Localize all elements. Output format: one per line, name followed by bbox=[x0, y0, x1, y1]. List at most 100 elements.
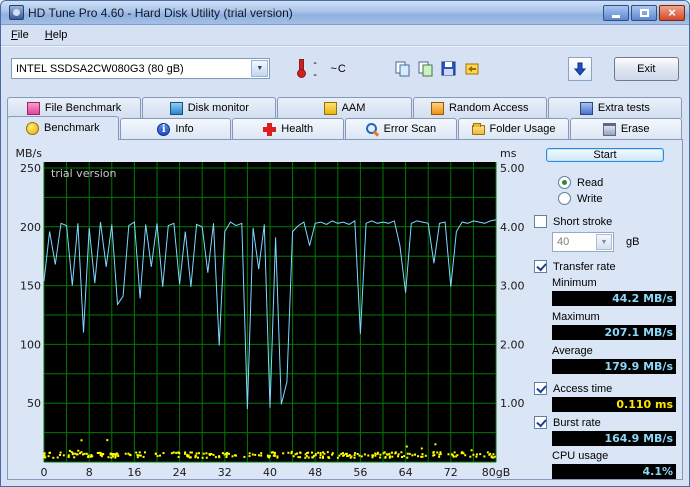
tab-label: File Benchmark bbox=[44, 102, 122, 114]
tab-folder-usage[interactable]: Folder Usage bbox=[457, 118, 570, 139]
tab-benchmark[interactable]: Benchmark bbox=[7, 116, 119, 140]
tab-label: Health bbox=[281, 123, 314, 135]
burst-rate-option[interactable]: Burst rate bbox=[534, 416, 676, 429]
tab-file-benchmark[interactable]: File Benchmark bbox=[7, 97, 142, 118]
app-window: HD Tune Pro 4.60 - Hard Disk Utility (tr… bbox=[0, 0, 690, 487]
svg-text:250: 250 bbox=[20, 162, 41, 175]
save-screenshot-button[interactable] bbox=[439, 59, 459, 79]
update-check-button[interactable] bbox=[567, 56, 592, 81]
start-button[interactable]: Start bbox=[546, 148, 664, 162]
svg-text:200: 200 bbox=[20, 221, 41, 234]
tab-health[interactable]: Health bbox=[232, 118, 345, 139]
svg-text:MB/s: MB/s bbox=[16, 147, 43, 160]
short-stroke-option[interactable]: Short stroke bbox=[534, 215, 676, 228]
tab-label: Extra tests bbox=[597, 102, 650, 114]
file-benchmark-icon bbox=[26, 101, 40, 115]
app-icon bbox=[9, 5, 24, 20]
minimize-button[interactable] bbox=[603, 4, 629, 21]
access-time-label: Access time bbox=[553, 382, 613, 395]
tab-random-access[interactable]: Random Access bbox=[412, 97, 547, 118]
window-title: HD Tune Pro 4.60 - Hard Disk Utility (tr… bbox=[28, 5, 293, 20]
svg-text:50: 50 bbox=[27, 397, 41, 410]
burst-rate-checkbox[interactable] bbox=[534, 416, 547, 429]
read-radio[interactable] bbox=[558, 176, 571, 189]
svg-text:72: 72 bbox=[444, 466, 458, 479]
download-arrow-icon bbox=[573, 62, 586, 76]
short-stroke-checkbox[interactable] bbox=[534, 215, 547, 228]
cpu-usage-label: CPU usage bbox=[552, 450, 609, 462]
menu-help[interactable]: Help bbox=[37, 27, 76, 43]
svg-text:56: 56 bbox=[353, 466, 367, 479]
svg-text:48: 48 bbox=[308, 466, 322, 479]
maximize-icon bbox=[639, 8, 649, 17]
short-stroke-size-value: 40 bbox=[557, 236, 570, 248]
access-time-checkbox[interactable] bbox=[534, 382, 547, 395]
toolbar: INTEL SSDSA2CW080G3 (80 gB) ▼ -- ~C Exit bbox=[1, 46, 689, 90]
svg-text:80gB: 80gB bbox=[482, 466, 511, 479]
burst-rate-label: Burst rate bbox=[553, 416, 601, 429]
svg-text:2.00: 2.00 bbox=[500, 338, 525, 351]
tab-aam[interactable]: AAM bbox=[277, 97, 412, 118]
tab-info[interactable]: Info bbox=[119, 118, 232, 139]
chart-area: trial version 50 100 150 200 250 MB/s 1.00 2.00 3… bbox=[10, 142, 532, 479]
extra-tests-icon bbox=[579, 101, 593, 115]
magnifier-icon bbox=[365, 122, 379, 136]
read-label: Read bbox=[577, 176, 604, 189]
tab-error-scan[interactable]: Error Scan bbox=[345, 118, 457, 139]
svg-text:24: 24 bbox=[173, 466, 187, 479]
write-label: Write bbox=[577, 192, 603, 205]
share-button[interactable] bbox=[462, 59, 482, 79]
health-cross-icon bbox=[263, 122, 277, 136]
exit-button[interactable]: Exit bbox=[613, 56, 679, 81]
transfer-rate-label: Transfer rate bbox=[553, 260, 616, 273]
tab-label: Folder Usage bbox=[489, 123, 556, 135]
svg-text:40: 40 bbox=[263, 466, 277, 479]
copy-text-button[interactable] bbox=[393, 59, 413, 79]
share-icon bbox=[465, 63, 479, 74]
tab-extra-tests[interactable]: Extra tests bbox=[547, 97, 683, 118]
tab-label: Error Scan bbox=[383, 123, 437, 135]
minimum-value: 44.2 MB/s bbox=[552, 291, 676, 306]
menu-file[interactable]: File bbox=[3, 27, 37, 43]
benchmark-page: trial version 50 100 150 200 250 MB/s 1.00 2.00 3… bbox=[7, 139, 683, 480]
transfer-rate-checkbox[interactable] bbox=[534, 260, 547, 273]
svg-text:trial version: trial version bbox=[51, 167, 117, 180]
tab-erase[interactable]: Erase bbox=[570, 118, 683, 139]
temperature-unit: ~C bbox=[330, 62, 347, 75]
disk-monitor-icon bbox=[169, 101, 183, 115]
burst-rate-value: 164.9 MB/s bbox=[552, 431, 676, 446]
transfer-rate-option[interactable]: Transfer rate bbox=[534, 260, 676, 273]
benchmark-chart: trial version 50 100 150 200 250 MB/s 1.00 2.00 3… bbox=[16, 147, 525, 479]
read-option[interactable]: Read bbox=[558, 176, 676, 189]
close-button[interactable]: × bbox=[659, 4, 685, 21]
copy-image-icon bbox=[418, 61, 433, 76]
drive-select[interactable]: INTEL SSDSA2CW080G3 (80 gB) ▼ bbox=[11, 58, 271, 79]
average-value: 179.9 MB/s bbox=[552, 359, 676, 374]
short-stroke-label: Short stroke bbox=[553, 215, 613, 228]
folder-icon bbox=[471, 123, 485, 135]
short-stroke-size-select[interactable]: 40 ▼ bbox=[552, 232, 614, 252]
cpu-usage-value: 4.1% bbox=[552, 464, 676, 479]
tab-disk-monitor[interactable]: Disk monitor bbox=[142, 97, 277, 118]
access-time-option[interactable]: Access time bbox=[534, 382, 676, 395]
chevron-down-icon[interactable]: ▼ bbox=[596, 234, 612, 250]
maximize-button[interactable] bbox=[631, 4, 657, 21]
save-icon bbox=[441, 61, 456, 75]
svg-text:64: 64 bbox=[399, 466, 413, 479]
short-stroke-unit-label: gB bbox=[626, 236, 640, 248]
write-radio[interactable] bbox=[558, 192, 571, 205]
svg-text:3.00: 3.00 bbox=[500, 280, 525, 293]
svg-text:4.00: 4.00 bbox=[500, 221, 525, 234]
maximum-value: 207.1 MB/s bbox=[552, 325, 676, 340]
minimum-label: Minimum bbox=[552, 277, 597, 289]
write-option[interactable]: Write bbox=[558, 192, 676, 205]
copy-image-button[interactable] bbox=[416, 59, 436, 79]
access-time-value: 0.110 ms bbox=[552, 397, 676, 412]
svg-text:ms: ms bbox=[500, 147, 517, 160]
chevron-down-icon[interactable]: ▼ bbox=[251, 60, 269, 77]
tab-label: Random Access bbox=[448, 102, 529, 114]
speaker-icon bbox=[323, 101, 337, 115]
start-button-label: Start bbox=[593, 149, 617, 161]
svg-text:150: 150 bbox=[20, 280, 41, 293]
tab-label: Benchmark bbox=[44, 122, 100, 134]
